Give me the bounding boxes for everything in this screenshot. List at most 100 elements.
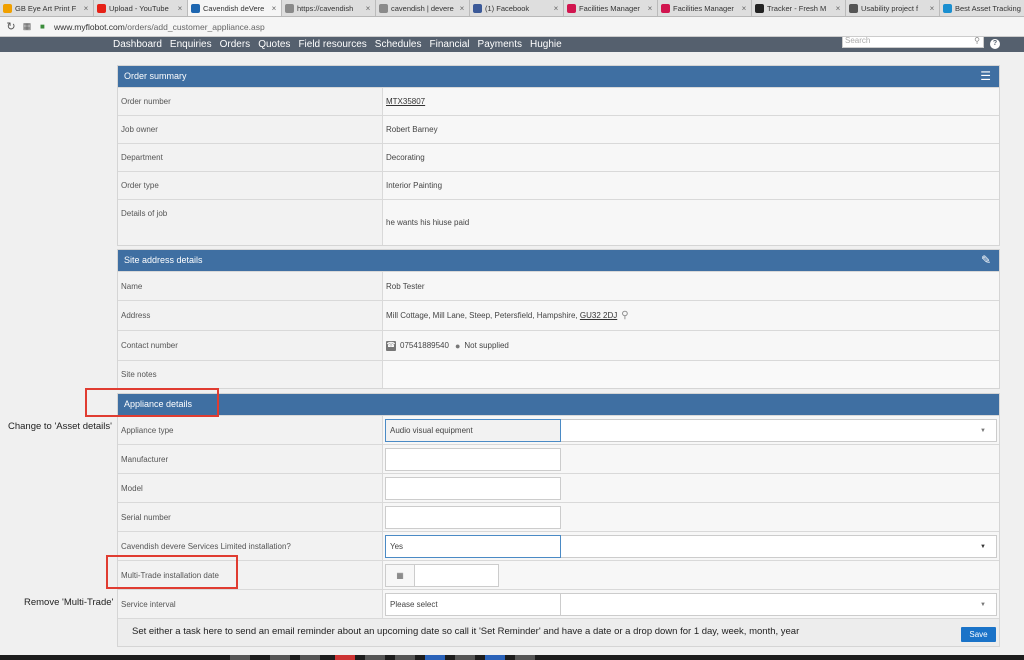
footer-row: Set either a task here to send an email … [118,618,999,646]
nav-item-enquiries[interactable]: Enquiries [170,37,212,52]
search-icon[interactable]: ⚲ [974,37,980,45]
appliance-details-panel: Appliance details Appliance type Audio v… [117,393,1000,647]
row-value: Yes ▼ [383,532,999,560]
edit-pencil-icon[interactable]: ✎ [981,250,991,271]
chevron-down-icon: ▼ [980,427,986,434]
close-icon[interactable]: × [552,4,560,13]
department-row: Department Decorating [118,143,999,171]
close-icon[interactable]: × [458,4,466,13]
help-icon[interactable]: ? [990,39,1000,49]
chevron-down-icon: ▼ [980,543,986,550]
apps-icon[interactable]: ▦ [20,21,34,32]
taskbar-item[interactable] [335,655,355,660]
browser-tab[interactable]: https://cavendish × [282,0,376,16]
tab-title: cavendish | devere [391,3,454,13]
taskbar-item[interactable] [455,655,475,660]
row-value: MTX35807 [383,88,999,115]
row-value [383,445,999,473]
nav-item-dashboard[interactable]: Dashboard [113,37,162,52]
save-button[interactable]: Save [961,627,996,642]
youtube-icon [97,3,106,13]
close-icon[interactable]: × [82,4,90,13]
close-icon[interactable]: × [364,4,372,13]
calendar-icon[interactable]: ▦ [385,563,415,587]
postcode-link[interactable]: GU32 2DJ [580,311,617,320]
browser-tab[interactable]: Facilities Manager × [564,0,658,16]
page-icon [285,3,294,13]
service-interval-dropdown[interactable]: ▼ [561,592,997,616]
serial-number-input[interactable] [385,505,561,529]
browser-tab[interactable]: Best Asset Tracking× [940,0,1024,16]
service-interval-select[interactable]: Please select [385,592,561,616]
nav-item-schedules[interactable]: Schedules [375,37,422,52]
url-field[interactable]: www.myflobot.com/orders/add_customer_app… [54,22,265,32]
nav-item-field-resources[interactable]: Field resources [298,37,366,52]
order-number-row: Order number MTX35807 [118,87,999,115]
taskbar-item[interactable] [515,655,535,660]
taskbar-item[interactable] [270,655,290,660]
page-icon [379,3,388,13]
annotation-box-appliance [85,388,219,417]
browser-tab[interactable]: Upload - YouTube × [94,0,188,16]
map-pin-icon[interactable]: ⚲ [621,310,628,321]
panel-title: Site address details [124,255,203,265]
browser-tab[interactable]: Usability project f × [846,0,940,16]
row-label: Site notes [118,361,383,388]
facebook-icon [473,3,482,13]
installation-date-input[interactable] [415,563,499,587]
row-value [383,503,999,531]
browser-tab[interactable]: GB Eye Art Print F × [0,0,94,16]
taskbar-item[interactable] [230,655,250,660]
row-value: Please select ▼ [383,590,999,618]
details-of-job-row: Details of job he wants his hiuse paid [118,199,999,245]
doc-icon [849,3,858,13]
appliance-type-select[interactable]: Audio visual equipment [385,418,561,442]
phone-number: 07541889540 [400,341,449,350]
row-value: he wants his hiuse paid [383,200,999,245]
c-icon [943,3,952,13]
browser-tab[interactable]: (1) Facebook × [470,0,564,16]
manufacturer-input[interactable] [385,447,561,471]
nav-item-orders[interactable]: Orders [220,37,251,52]
taskbar-item[interactable] [425,655,445,660]
row-label: Appliance type [118,416,383,444]
close-icon[interactable]: × [270,4,278,13]
row-label: Contact number [118,331,383,360]
address-bar: ↻ ▦ ■ www.myflobot.com/orders/add_custom… [0,17,1024,37]
close-icon[interactable]: × [834,4,842,13]
row-value [383,361,999,388]
nav-item-quotes[interactable]: Quotes [258,37,290,52]
tab-title: Usability project f [861,3,919,13]
row-label: Details of job [118,200,383,245]
taskbar-item[interactable] [485,655,505,660]
installation-date-row: Multi-Trade installation date ▦ [118,560,999,589]
order-number-link[interactable]: MTX35807 [386,97,425,106]
reminder-note: Set either a task here to send an email … [132,626,800,637]
nav-item-payments[interactable]: Payments [478,37,522,52]
browser-tab[interactable]: Facilities Manager × [658,0,752,16]
close-icon[interactable]: × [928,4,936,13]
search-input[interactable]: Search ⚲ [842,37,984,48]
browser-tab[interactable]: Tracker - Fresh M × [752,0,846,16]
reload-icon[interactable]: ↻ [2,20,20,33]
row-value: Robert Barney [383,116,999,143]
appliance-type-dropdown[interactable]: ▼ [561,418,997,442]
close-icon[interactable]: × [646,4,654,13]
close-icon[interactable]: × [176,4,184,13]
nav-item-user[interactable]: Hughie [530,37,562,52]
close-icon[interactable]: × [740,4,748,13]
installation-dropdown[interactable]: ▼ [561,534,997,558]
browser-tab[interactable]: Cavendish deVere × [188,0,282,16]
taskbar-item[interactable] [300,655,320,660]
row-value: Rob Tester [383,272,999,300]
model-input[interactable] [385,476,561,500]
taskbar-item[interactable] [365,655,385,660]
menu-icon[interactable]: ☰ [980,66,991,87]
annotation-change-note: Change to 'Asset details' [8,421,112,432]
taskbar-item[interactable] [395,655,415,660]
mobile-number: Not supplied [464,341,509,350]
installation-select[interactable]: Yes [385,534,561,558]
nav-item-financial[interactable]: Financial [430,37,470,52]
search-placeholder: Search [845,36,871,45]
browser-tab[interactable]: cavendish | devere × [376,0,470,16]
